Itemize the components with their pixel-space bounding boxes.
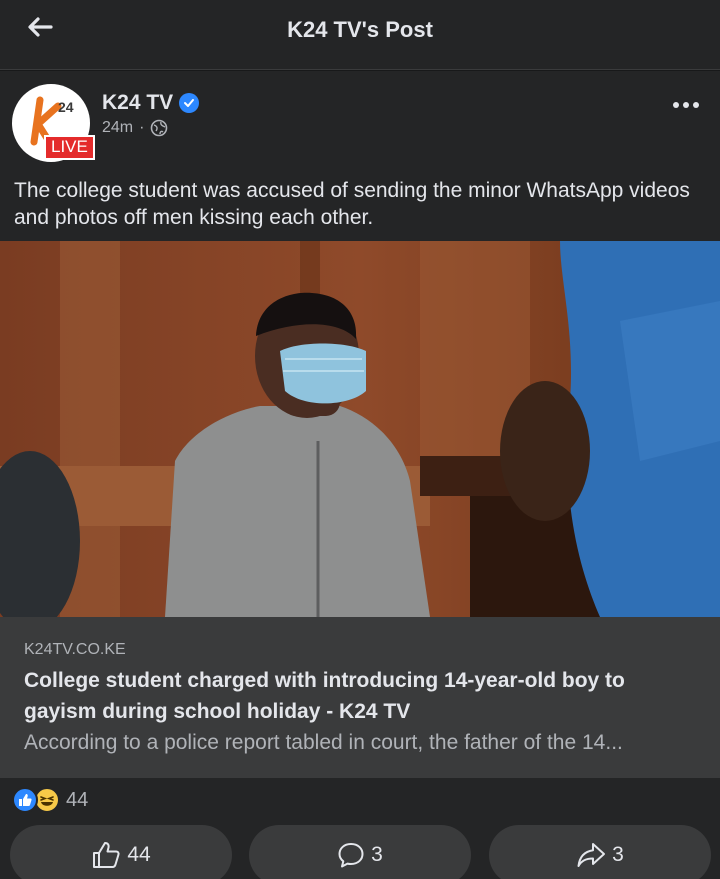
post-time[interactable]: 24m — [102, 119, 133, 137]
link-preview[interactable]: K24TV.CO.KE College student charged with… — [0, 617, 720, 777]
like-count: 44 — [127, 843, 151, 866]
post-meta: 24m · — [102, 119, 168, 137]
like-icon — [12, 787, 38, 813]
globe-icon — [151, 119, 168, 137]
more-options-icon[interactable] — [668, 93, 704, 117]
share-button[interactable]: 3 — [489, 825, 711, 879]
logo-text: 24 — [58, 99, 74, 115]
thumbs-up-icon — [93, 842, 120, 868]
post-card: 24 LIVE K24 TV 24m · The college student… — [0, 71, 720, 879]
top-bar: K24 TV's Post — [0, 0, 720, 70]
reaction-count: 44 — [66, 788, 89, 811]
page-title: K24 TV's Post — [287, 17, 433, 42]
share-count: 3 — [612, 843, 624, 866]
comment-count: 3 — [371, 843, 383, 866]
divider — [0, 777, 720, 778]
verified-icon — [179, 93, 200, 113]
live-badge: LIVE — [44, 135, 95, 160]
post-author-row: K24 TV — [102, 91, 200, 115]
post-caption: The college student was accused of sendi… — [14, 179, 690, 229]
photo-illustration — [0, 241, 720, 617]
post-author[interactable]: K24 TV — [102, 91, 173, 115]
share-icon — [577, 843, 606, 867]
post-photo[interactable] — [0, 241, 720, 617]
comment-button[interactable]: 3 — [249, 825, 471, 879]
link-domain: K24TV.CO.KE — [24, 641, 126, 658]
comment-icon — [338, 843, 364, 868]
link-title[interactable]: College student charged with introducing… — [24, 665, 700, 727]
like-button[interactable]: 44 — [10, 825, 232, 879]
meta-separator: · — [139, 119, 145, 136]
reaction-summary[interactable]: 44 — [12, 787, 88, 813]
link-description: According to a police report tabled in c… — [24, 731, 623, 754]
